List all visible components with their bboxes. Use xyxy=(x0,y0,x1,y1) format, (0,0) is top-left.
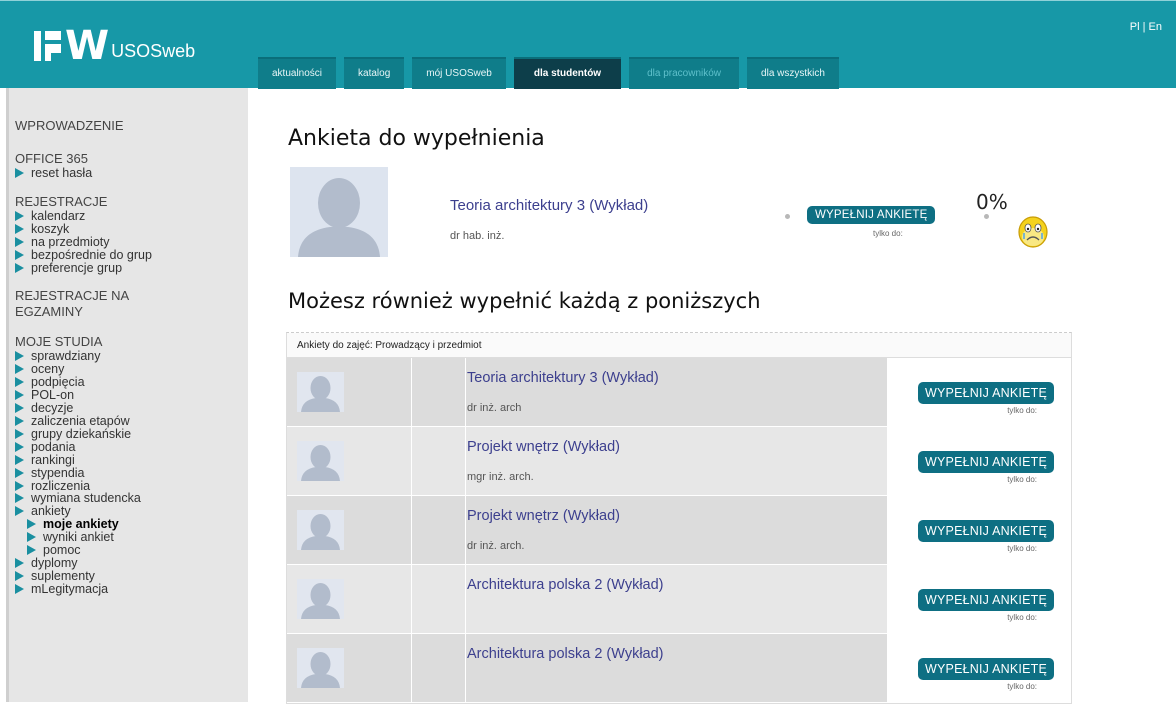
tab-katalog[interactable]: katalog xyxy=(344,57,405,89)
avatar xyxy=(290,167,388,257)
arrow-right-icon xyxy=(15,390,24,401)
arrow-right-icon xyxy=(27,532,36,543)
tab-aktualnosci[interactable]: aktualności xyxy=(258,57,337,89)
sad-face-icon xyxy=(1017,215,1049,254)
survey-progress-percent: 0% xyxy=(976,190,1008,214)
avatar xyxy=(297,441,344,481)
lang-pl-link[interactable]: Pl xyxy=(1130,21,1140,33)
table-row: Architektura polska 2 (Wykład) WYPEŁNIJ … xyxy=(287,565,1071,634)
arrow-right-icon xyxy=(15,210,24,221)
arrow-right-icon xyxy=(15,506,24,517)
arrow-right-icon xyxy=(15,493,24,504)
arrow-right-icon xyxy=(15,428,24,439)
sidebar-item-preferencje-grup[interactable]: preferencje grup xyxy=(15,261,248,275)
featured-course-link[interactable]: Teoria architektury 3 (Wykład) xyxy=(450,197,648,214)
arrow-right-icon xyxy=(15,403,24,414)
deadline-note: tylko do: xyxy=(1007,613,1037,622)
arrow-right-icon xyxy=(15,351,24,362)
lang-en-link[interactable]: En xyxy=(1149,21,1162,33)
avatar xyxy=(297,372,344,412)
tab-dla-studentow[interactable]: dla studentów xyxy=(513,57,622,89)
arrow-right-icon xyxy=(15,467,24,478)
lang-separator: | xyxy=(1142,21,1146,33)
fill-survey-button[interactable]: WYPEŁNIJ ANKIETĘ xyxy=(918,382,1054,404)
arrow-right-icon xyxy=(15,415,24,426)
arrow-right-icon xyxy=(15,236,24,247)
course-link[interactable]: Architektura polska 2 (Wykład) xyxy=(467,577,664,593)
arrow-right-icon xyxy=(15,364,24,375)
fill-survey-button[interactable]: WYPEŁNIJ ANKIETĘ xyxy=(918,451,1054,473)
fill-survey-button[interactable]: WYPEŁNIJ ANKIETĘ xyxy=(918,658,1054,680)
teacher-name: dr inż. arch xyxy=(467,402,522,414)
sidebar-item-reset-hasla[interactable]: reset hasła xyxy=(15,167,248,180)
featured-teacher: dr hab. inż. xyxy=(450,230,505,242)
top-header: W USOSweb Pl | En aktualności katalog mó… xyxy=(0,0,1176,89)
page-title: Ankieta do wypełnienia xyxy=(288,126,545,151)
tab-dla-pracownikow: dla pracowników xyxy=(629,57,740,89)
tab-moj-usosweb[interactable]: mój USOSweb xyxy=(412,57,506,89)
table-row: Projekt wnętrz (Wykład) mgr inż. arch. W… xyxy=(287,427,1071,496)
featured-survey: Teoria architektury 3 (Wykład) dr hab. i… xyxy=(290,167,1080,257)
teacher-name: dr inż. arch. xyxy=(467,540,525,552)
arrow-right-icon xyxy=(15,249,24,260)
arrow-right-icon xyxy=(15,377,24,388)
sidebar-item-mlegitymacja[interactable]: mLegitymacja xyxy=(15,582,248,596)
fill-survey-button[interactable]: WYPEŁNIJ ANKIETĘ xyxy=(918,589,1054,611)
usosweb-logo[interactable]: W USOSweb xyxy=(34,26,196,66)
arrow-right-icon xyxy=(15,583,24,594)
arrow-right-icon xyxy=(15,223,24,234)
fill-survey-button[interactable]: WYPEŁNIJ ANKIETĘ xyxy=(807,206,936,224)
language-switcher: Pl | En xyxy=(1130,21,1162,33)
teacher-name: mgr inż. arch. xyxy=(467,471,534,483)
sidebar-section-rejestracje[interactable]: REJESTRACJE xyxy=(15,194,248,210)
deadline-note: tylko do: xyxy=(873,229,903,238)
arrow-right-icon xyxy=(15,454,24,465)
arrow-right-icon xyxy=(27,519,36,530)
arrow-right-icon xyxy=(15,262,24,273)
table-row: Architektura polska 2 (Wykład) WYPEŁNIJ … xyxy=(287,634,1071,703)
survey-table: Ankiety do zajęć: Prowadzący i przedmiot… xyxy=(286,332,1072,704)
avatar xyxy=(297,579,344,619)
dot-icon xyxy=(984,214,989,219)
main-nav-tabs: aktualności katalog mój USOSweb dla stud… xyxy=(258,57,839,89)
arrow-right-icon xyxy=(15,441,24,452)
sidebar-section-wprowadzenie[interactable]: WPROWADZENIE xyxy=(15,118,248,134)
pw-logo-mark: W xyxy=(34,26,109,66)
fill-survey-button[interactable]: WYPEŁNIJ ANKIETĘ xyxy=(918,520,1054,542)
deadline-note: tylko do: xyxy=(1007,406,1037,415)
course-link[interactable]: Architektura polska 2 (Wykład) xyxy=(467,646,664,662)
arrow-right-icon xyxy=(27,545,36,556)
course-link[interactable]: Projekt wnętrz (Wykład) xyxy=(467,508,620,524)
avatar xyxy=(297,648,344,688)
avatar xyxy=(297,510,344,550)
sidebar-section-moje-studia[interactable]: MOJE STUDIA xyxy=(15,334,248,350)
arrow-right-icon xyxy=(15,570,24,581)
sidebar-section-rejestracje-na-egzaminy[interactable]: REJESTRACJE NA EGZAMINY xyxy=(15,288,248,320)
sidebar-menu: WPROWADZENIE OFFICE 365 reset hasła REJE… xyxy=(6,88,248,702)
deadline-note: tylko do: xyxy=(1007,544,1037,553)
table-row: Projekt wnętrz (Wykład) dr inż. arch. WY… xyxy=(287,496,1071,565)
section-title: Możesz również wypełnić każdą z poniższy… xyxy=(288,289,761,313)
arrow-right-icon xyxy=(15,168,24,178)
main-content: Ankieta do wypełnienia Teoria architektu… xyxy=(248,88,1176,704)
tab-dla-wszystkich[interactable]: dla wszystkich xyxy=(747,57,839,89)
table-caption: Ankiety do zajęć: Prowadzący i przedmiot xyxy=(287,333,1071,358)
arrow-right-icon xyxy=(15,480,24,491)
dot-icon xyxy=(785,214,790,219)
arrow-right-icon xyxy=(15,557,24,568)
course-link[interactable]: Projekt wnętrz (Wykład) xyxy=(467,439,620,455)
deadline-note: tylko do: xyxy=(1007,475,1037,484)
logo-text: USOSweb xyxy=(111,41,196,61)
course-link[interactable]: Teoria architektury 3 (Wykład) xyxy=(467,370,659,386)
table-row: Teoria architektury 3 (Wykład) dr inż. a… xyxy=(287,358,1071,427)
deadline-note: tylko do: xyxy=(1007,682,1037,691)
sidebar-section-office365[interactable]: OFFICE 365 xyxy=(15,151,248,167)
